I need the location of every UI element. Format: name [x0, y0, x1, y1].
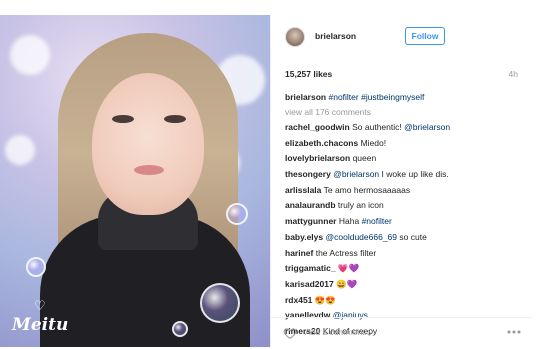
sparkle-decoration — [10, 35, 50, 75]
left-eye — [112, 115, 134, 123]
comment-username[interactable]: baby.elys — [285, 232, 323, 242]
heart-icon: ♡ — [34, 299, 46, 314]
comment: mattygunner Haha #nofilter — [285, 214, 525, 230]
comment-username[interactable]: rdx451 — [285, 295, 312, 305]
comment-username[interactable]: lovelybrielarson — [285, 153, 350, 163]
comment-username[interactable]: analaurandb — [285, 200, 336, 210]
more-dots-icon[interactable] — [507, 330, 521, 334]
comment-username[interactable]: triggamatic_ — [285, 263, 336, 273]
comment-username[interactable]: elizabeth.chacons — [285, 138, 358, 148]
comment-username[interactable]: karisad2017 — [285, 279, 334, 289]
post-username[interactable]: brielarson — [315, 31, 356, 41]
post-photo[interactable]: ♡ Meitu — [0, 15, 270, 347]
comment-text: 😍😍 — [314, 294, 336, 305]
comment: rachel_goodwin So authentic! @brielarson — [285, 120, 525, 136]
post-header: brielarson Follow — [271, 15, 533, 61]
comment-text: 💗💜 — [337, 263, 360, 274]
comment-text: 😄💜 — [336, 278, 358, 289]
comment-text: the Actress filter — [315, 247, 377, 258]
comment-text: Miedo! — [360, 137, 387, 148]
comment-text: @brielarson I woke up like dis. — [333, 169, 449, 180]
bubble-decoration — [226, 203, 248, 225]
meitu-watermark: ♡ Meitu — [12, 299, 69, 335]
watermark-text: Meitu — [12, 315, 69, 335]
comment-text: truly an icon — [337, 200, 384, 211]
comment: elizabeth.chacons Miedo! — [285, 136, 525, 152]
comment-text: Te amo hermosaaaaas — [323, 184, 411, 195]
follow-button[interactable]: Follow — [405, 27, 445, 45]
bubble-decoration — [26, 257, 46, 277]
post-time: 4h — [508, 69, 518, 79]
heart-icon[interactable] — [283, 326, 297, 340]
comment: analaurandb truly an icon — [285, 198, 525, 214]
face — [92, 73, 204, 215]
avatar[interactable] — [285, 27, 305, 47]
comment-username[interactable]: harinef — [285, 248, 313, 258]
comments-list: rachel_goodwin So authentic! @brielarson… — [285, 120, 525, 340]
lips — [134, 165, 164, 175]
post-caption: brielarson #nofilter #justbeingmyself — [285, 92, 424, 102]
comment: karisad2017 😄💜 — [285, 277, 525, 293]
comment-text: @cooldude666_69 so cute — [325, 231, 427, 242]
comment: lovelybrielarson queen — [285, 151, 525, 167]
add-comment-input[interactable]: Add a comment... — [305, 327, 372, 337]
comment-text: So authentic! @brielarson — [352, 122, 451, 132]
comment-username[interactable]: rachel_goodwin — [285, 122, 350, 132]
comment: rdx451 😍😍 — [285, 293, 525, 309]
comment: triggamatic_ 💗💜 — [285, 261, 525, 277]
bubble-decoration — [200, 283, 240, 323]
caption-username[interactable]: brielarson — [285, 92, 326, 102]
comment: arlisslala Te amo hermosaaaaas — [285, 183, 525, 199]
post-side-panel: brielarson Follow 15,257 likes 4h briela… — [270, 15, 533, 347]
caption-hashtags[interactable]: #nofilter #justbeingmyself — [328, 92, 424, 102]
instagram-post-view: ♡ Meitu brielarson Follow 15,257 likes 4… — [0, 0, 540, 349]
comment: baby.elys @cooldude666_69 so cute — [285, 230, 525, 246]
comment-username[interactable]: thesongery — [285, 169, 331, 179]
comment-text: Haha #nofilter — [338, 216, 392, 227]
view-all-comments-link[interactable]: view all 176 comments — [285, 107, 371, 117]
comment-username[interactable]: mattygunner — [285, 216, 336, 226]
comment: thesongery @brielarson I woke up like di… — [285, 167, 525, 183]
comment-footer: Add a comment... — [271, 317, 533, 347]
comment-text: queen — [352, 153, 377, 164]
sparkle-decoration — [5, 135, 35, 165]
comment: harinef the Actress filter — [285, 246, 525, 262]
right-eye — [164, 115, 186, 123]
likes-count[interactable]: 15,257 likes — [285, 69, 332, 79]
bubble-decoration — [172, 321, 188, 337]
comment-username[interactable]: arlisslala — [285, 185, 321, 195]
